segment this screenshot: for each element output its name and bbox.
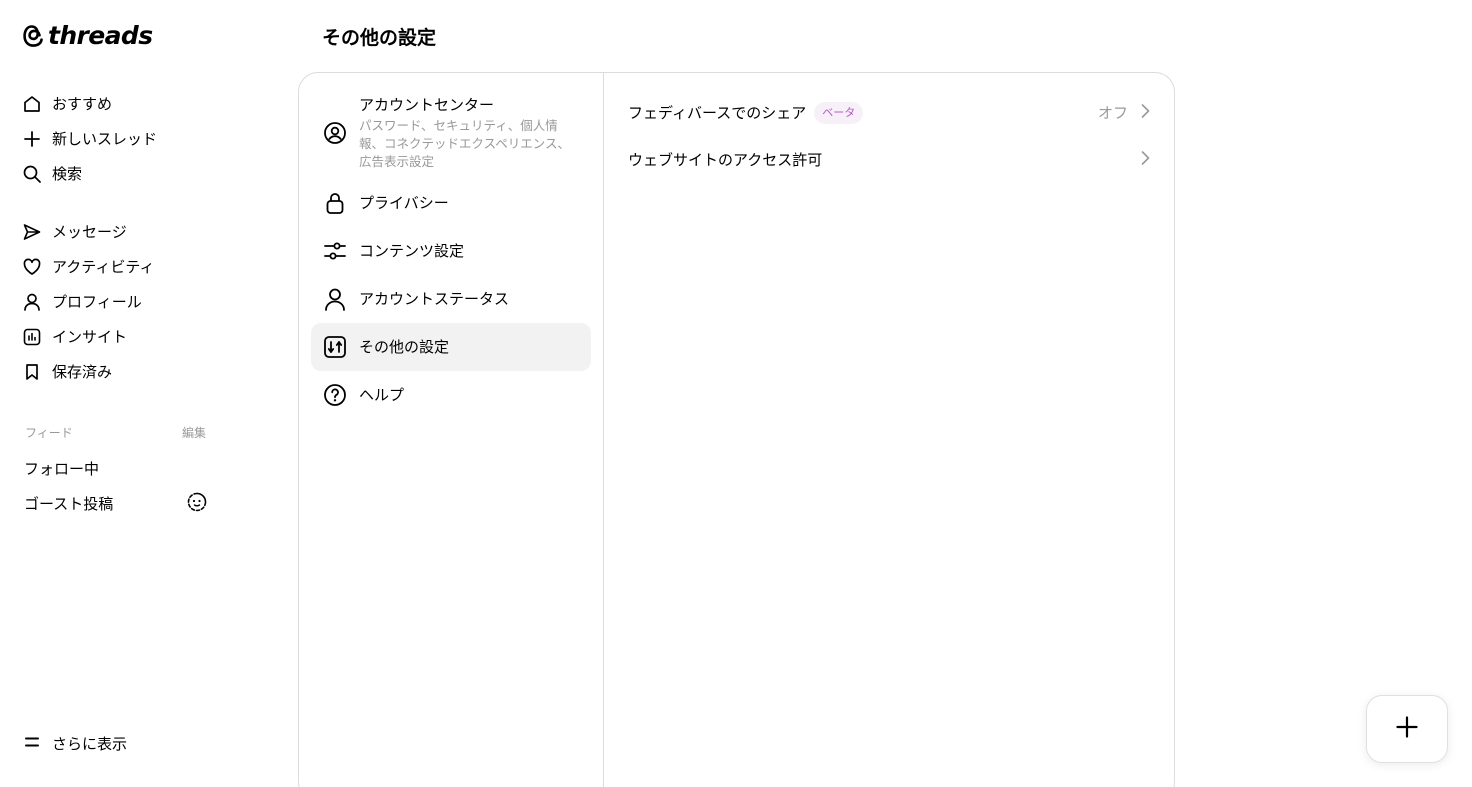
nav-item-activity[interactable]: アクティビティ bbox=[22, 249, 154, 284]
nav-item-saved[interactable]: 保存済み bbox=[22, 354, 154, 389]
threads-wordmark: threads bbox=[48, 21, 153, 50]
threads-logo[interactable]: threads bbox=[22, 21, 153, 50]
settings-item-help[interactable]: ヘルプ bbox=[311, 371, 591, 419]
settings-item-label: プライバシー bbox=[359, 194, 449, 212]
nav-item-insights[interactable]: インサイト bbox=[22, 319, 154, 354]
settings-box-icon bbox=[323, 335, 347, 359]
setting-row-label: ウェブサイトのアクセス許可 bbox=[628, 150, 823, 169]
settings-item-label: アカウントステータス bbox=[359, 290, 510, 308]
feed-item-label: ゴースト投稿 bbox=[24, 495, 114, 513]
nav-item-label: メッセージ bbox=[52, 222, 127, 241]
feed-item-following[interactable]: フォロー中 bbox=[24, 451, 208, 486]
lock-icon bbox=[323, 191, 347, 215]
threads-settings-page: threads おすすめ 新しいスレッド 検索 メッセージ アクティビティ プロ… bbox=[0, 0, 1472, 787]
send-icon bbox=[22, 222, 42, 242]
nav-item-label: アクティビティ bbox=[52, 257, 155, 276]
create-thread-fab[interactable] bbox=[1366, 695, 1448, 763]
home-icon bbox=[22, 94, 42, 114]
beta-badge: ベータ bbox=[814, 101, 864, 124]
settings-item-account-status[interactable]: アカウントステータス bbox=[311, 275, 591, 323]
nav-item-profile[interactable]: プロフィール bbox=[22, 284, 154, 319]
menu-icon bbox=[24, 735, 40, 753]
setting-row-value: オフ bbox=[1097, 104, 1128, 122]
settings-item-label: アカウントセンター bbox=[359, 96, 495, 114]
settings-item-content[interactable]: コンテンツ設定 bbox=[311, 227, 591, 275]
nav-item-label: プロフィール bbox=[52, 292, 142, 311]
settings-item-label: その他の設定 bbox=[359, 338, 450, 356]
nav-item-label: 検索 bbox=[52, 164, 83, 183]
more-label: さらに表示 bbox=[52, 735, 128, 753]
settings-item-label: ヘルプ bbox=[359, 386, 405, 404]
settings-item-description: パスワード、セキュリティ、個人情報、コネクテッドエクスペリエンス、広告表示設定 bbox=[359, 118, 571, 169]
nav-item-label: インサイト bbox=[52, 327, 128, 346]
insights-icon bbox=[22, 327, 42, 347]
settings-item-label: コンテンツ設定 bbox=[359, 242, 465, 260]
settings-item-other[interactable]: その他の設定 bbox=[311, 323, 591, 371]
ghost-icon bbox=[186, 491, 208, 517]
setting-row-website-permissions[interactable]: ウェブサイトのアクセス許可 bbox=[628, 136, 1150, 183]
feeds-edit-link[interactable]: 編集 bbox=[182, 424, 206, 441]
nav-item-new-thread[interactable]: 新しいスレッド bbox=[22, 121, 157, 156]
plus-icon bbox=[22, 129, 42, 149]
nav-item-search[interactable]: 検索 bbox=[22, 156, 157, 191]
chevron-right-icon bbox=[1140, 103, 1150, 123]
settings-item-privacy[interactable]: プライバシー bbox=[311, 179, 591, 227]
settings-card: アカウントセンター パスワード、セキュリティ、個人情報、コネクテッドエクスペリエ… bbox=[298, 72, 1175, 787]
threads-logo-icon bbox=[23, 25, 43, 47]
page-title: その他の設定 bbox=[322, 27, 437, 49]
nav-item-messages[interactable]: メッセージ bbox=[22, 214, 154, 249]
search-icon bbox=[22, 164, 42, 184]
settings-item-account-center[interactable]: アカウントセンター パスワード、セキュリティ、個人情報、コネクテッドエクスペリエ… bbox=[311, 87, 591, 179]
plus-icon bbox=[1396, 716, 1418, 742]
person-icon bbox=[323, 287, 347, 311]
nav-item-label: おすすめ bbox=[52, 94, 113, 113]
setting-row-label: フェディバースでのシェア bbox=[628, 103, 807, 122]
settings-detail-panel: フェディバースでのシェア ベータ オフ ウェブサイトのアクセス許可 bbox=[605, 73, 1174, 183]
nav-item-label: 保存済み bbox=[52, 362, 113, 381]
feed-item-ghost-posts[interactable]: ゴースト投稿 bbox=[24, 486, 208, 521]
bookmark-icon bbox=[22, 362, 42, 382]
person-icon bbox=[22, 292, 42, 312]
setting-row-fediverse-sharing[interactable]: フェディバースでのシェア ベータ オフ bbox=[628, 89, 1150, 136]
primary-nav: おすすめ 新しいスレッド 検索 bbox=[22, 86, 157, 191]
chevron-right-icon bbox=[1140, 150, 1150, 170]
account-circle-icon bbox=[323, 121, 347, 145]
feeds-heading: フィード bbox=[25, 426, 73, 440]
sliders-icon bbox=[323, 239, 347, 263]
feeds-header: フィード 編集 bbox=[25, 424, 206, 441]
secondary-nav: メッセージ アクティビティ プロフィール インサイト 保存済み bbox=[22, 214, 154, 389]
more-menu-button[interactable]: さらに表示 bbox=[24, 733, 127, 754]
settings-menu: アカウントセンター パスワード、セキュリティ、個人情報、コネクテッドエクスペリエ… bbox=[299, 73, 604, 787]
nav-item-label: 新しいスレッド bbox=[52, 129, 158, 148]
feed-item-label: フォロー中 bbox=[24, 460, 100, 478]
heart-icon bbox=[22, 257, 42, 277]
feeds-list: フォロー中 ゴースト投稿 bbox=[24, 451, 208, 521]
nav-item-recommended[interactable]: おすすめ bbox=[22, 86, 157, 121]
help-icon bbox=[323, 383, 347, 407]
